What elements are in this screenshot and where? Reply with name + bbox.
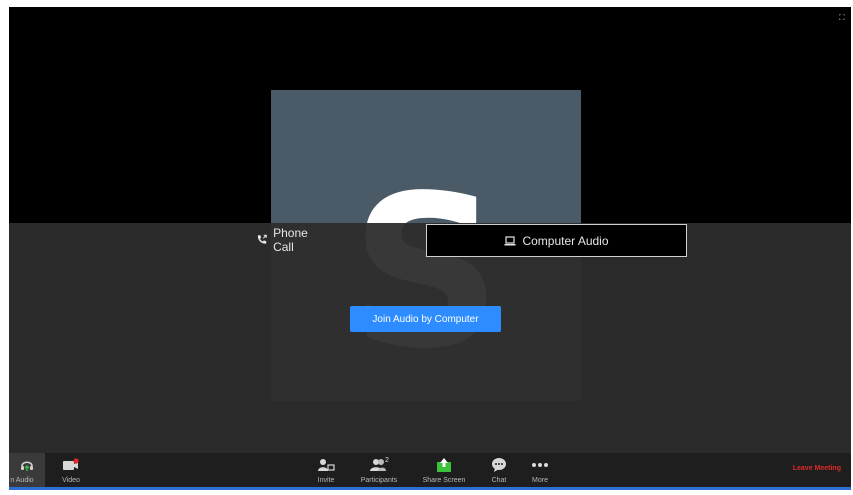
tab-computer-audio[interactable]: Computer Audio bbox=[426, 224, 687, 257]
video-button[interactable]: Video bbox=[53, 453, 89, 487]
tab-phone-label: Phone Call bbox=[273, 225, 308, 254]
join-audio-button[interactable]: n Audio bbox=[9, 453, 45, 487]
participants-button[interactable]: 2 Participants bbox=[357, 453, 401, 487]
fullscreen-icon[interactable]: ⛶ bbox=[839, 14, 847, 22]
join-audio-by-computer-button[interactable]: Join Audio by Computer bbox=[350, 306, 501, 332]
leave-meeting-button[interactable]: Leave Meeting bbox=[793, 465, 841, 472]
invite-icon bbox=[317, 455, 335, 475]
laptop-icon bbox=[504, 235, 516, 245]
chat-icon bbox=[491, 455, 507, 475]
taskbar-strip bbox=[9, 487, 851, 490]
participants-count-badge: 2 bbox=[385, 457, 389, 464]
more-button[interactable]: More bbox=[527, 453, 553, 487]
phone-icon bbox=[257, 234, 267, 244]
video-camera-icon bbox=[62, 455, 80, 475]
more-label: More bbox=[532, 477, 548, 484]
invite-button[interactable]: Invite bbox=[313, 453, 339, 487]
share-screen-label: Share Screen bbox=[422, 477, 466, 484]
audio-tabs: Phone Call Computer Audio bbox=[9, 223, 851, 257]
invite-label: Invite bbox=[317, 477, 335, 484]
chat-button[interactable]: Chat bbox=[487, 453, 511, 487]
chat-label: Chat bbox=[491, 477, 507, 484]
more-dots-icon bbox=[531, 455, 549, 475]
join-audio-label: n Audio bbox=[10, 477, 34, 484]
meeting-window: ⛶ S Phone Call Computer Audio Join Audio… bbox=[9, 7, 851, 487]
share-screen-button[interactable]: Share Screen bbox=[421, 453, 467, 487]
share-screen-icon bbox=[435, 455, 453, 475]
meeting-toolbar: n Audio Video Invite 2 Participants Shar… bbox=[9, 453, 851, 487]
tab-phone-call[interactable]: Phone Call bbox=[257, 224, 327, 255]
headphones-icon bbox=[19, 455, 35, 475]
video-label: Video bbox=[62, 477, 80, 484]
join-audio-dialog: Phone Call Computer Audio Join Audio by … bbox=[9, 223, 851, 453]
tab-computer-label: Computer Audio bbox=[522, 233, 609, 248]
participants-label: Participants bbox=[360, 477, 398, 484]
